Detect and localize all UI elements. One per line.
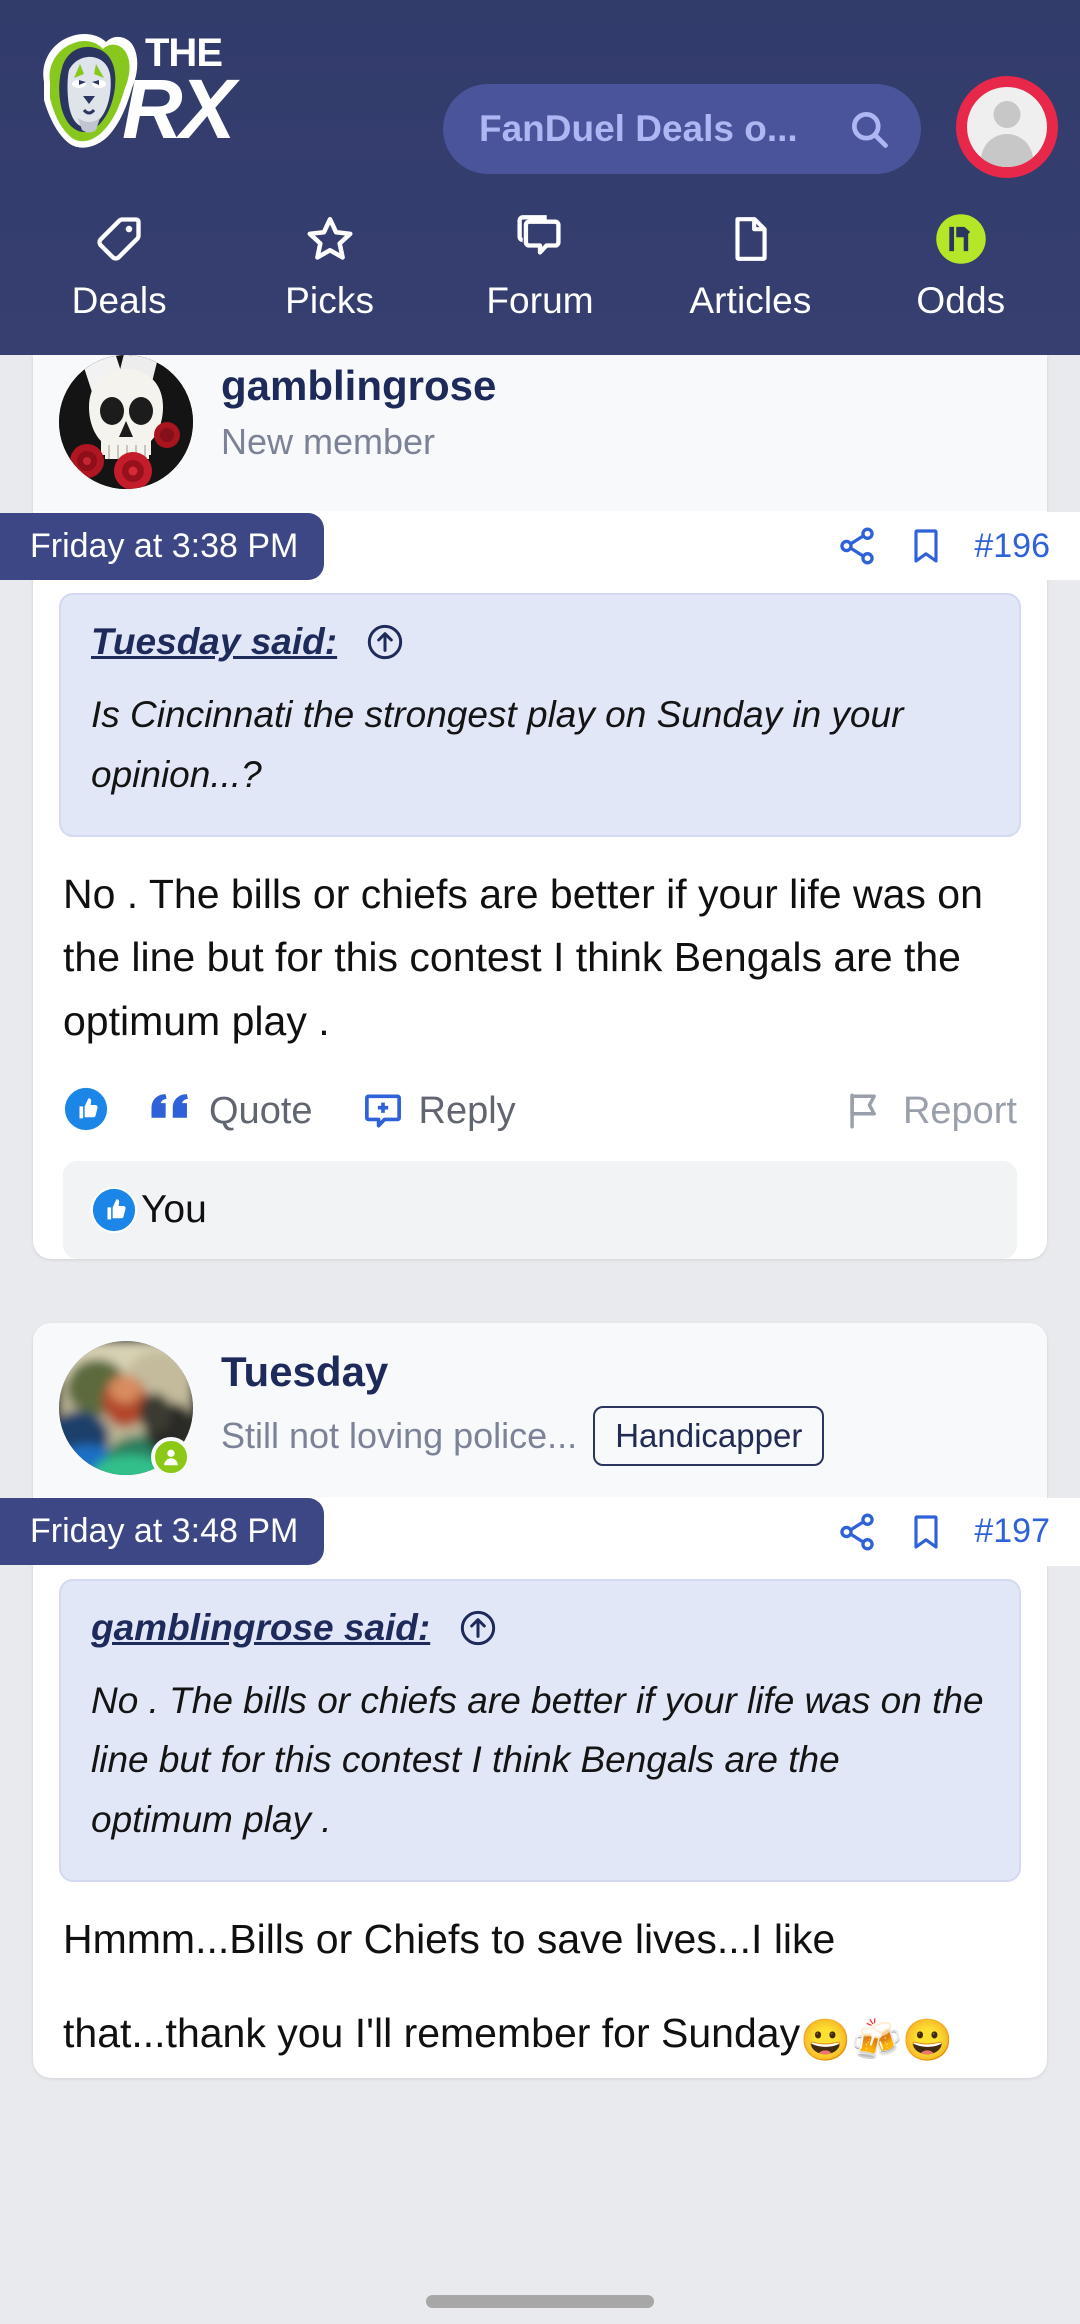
nav-label-odds: Odds [916,280,1006,321]
nav-item-odds[interactable]: Odds [856,200,1066,322]
quote-button[interactable]: Quote [149,1090,313,1133]
post-author-name[interactable]: Tuesday [221,1347,1021,1397]
post-body-paragraph: No . The bills or chiefs are better if y… [63,870,983,1044]
quote-header: Tuesday said: [91,621,989,663]
quote-author[interactable]: gamblingrose said: [91,1607,430,1649]
star-icon [303,210,357,268]
post-body: No . The bills or chiefs are better if y… [33,837,1047,1060]
nav-label-picks: Picks [285,280,375,321]
nav-item-articles[interactable]: Articles [645,200,855,322]
nav-item-deals[interactable]: Deals [14,200,224,322]
user-avatar-icon [967,87,1047,167]
post-spacer [0,1285,1080,1323]
post-197: Tuesday Still not loving police... Handi… [0,1322,1080,2079]
post-author-meta: gamblingrose New member [221,355,1021,463]
post-author-subline: New member [221,421,1021,463]
reaction-users[interactable]: You [141,1188,207,1232]
nav-label-deals: Deals [71,280,167,321]
skull-roses-avatar[interactable] [59,355,193,489]
nav-item-forum[interactable]: Forum [435,200,645,322]
header-top-row: THE RX FanDuel Deals o... [0,0,1080,205]
search-icon[interactable] [847,107,891,151]
post-timestamp-row: Friday at 3:38 PM #196 [0,511,1080,581]
jump-to-post-icon[interactable] [365,622,405,662]
nav-label-forum: Forum [486,280,594,321]
post-number[interactable]: #196 [974,527,1050,566]
user-badge[interactable]: Handicapper [593,1406,825,1467]
home-indicator[interactable] [426,2295,654,2308]
reply-button-label: Reply [418,1089,516,1132]
svg-text:RX: RX [122,62,241,156]
flag-icon [843,1088,885,1134]
thumbs-up-reaction-icon [91,1186,137,1233]
post-author-name[interactable]: gamblingrose [221,361,1021,411]
reply-plus-icon [361,1089,405,1133]
post-header: gamblingrose New member [33,355,1047,511]
post-author-meta: Tuesday Still not loving police... Handi… [221,1341,1021,1467]
app-header: THE RX FanDuel Deals o... Deals Picks Fo… [0,0,1080,355]
post-timestamp[interactable]: Friday at 3:38 PM [0,512,325,580]
quote-author[interactable]: Tuesday said: [91,621,337,663]
search-input[interactable]: FanDuel Deals o... [443,84,921,174]
online-status-icon [151,1436,191,1477]
thumbs-up-icon[interactable] [63,1086,109,1137]
post-header: Tuesday Still not loving police... Handi… [33,1322,1047,1497]
reactions-bar[interactable]: You [63,1160,1017,1259]
quote-marks-icon [149,1091,195,1131]
post-number[interactable]: #197 [974,1512,1050,1551]
jump-to-post-icon[interactable] [458,1608,498,1648]
nav-label-articles: Articles [689,280,812,321]
post-author-title: Still not loving police... [221,1415,578,1457]
post-body-line-2: that...thank you I'll remember for Sunda… [63,2002,1017,2073]
share-icon[interactable] [836,1511,878,1553]
post-196: gamblingrose New member Friday at 3:38 P… [0,355,1080,1259]
search-input-value: FanDuel Deals o... [479,108,798,149]
post-meta-actions: #197 [806,1497,1080,1566]
document-icon [725,210,775,268]
account-avatar-button[interactable] [956,76,1058,178]
thread-content[interactable]: gamblingrose New member Friday at 3:38 P… [0,355,1080,2324]
post-timestamp-row: Friday at 3:48 PM #197 [0,1497,1080,1567]
nav-item-picks[interactable]: Picks [224,200,434,322]
post-body: Hmmm...Bills or Chiefs to save lives...I… [33,1882,1047,2078]
post-meta-actions: #196 [806,512,1080,580]
smiley-beers-emoji: 😀🍻😀 [800,2016,954,2063]
bookmark-icon[interactable] [906,1510,946,1554]
avatar-wrap[interactable] [59,1340,193,1477]
post-actions: Quote Reply Report [33,1060,1047,1161]
report-button-label: Report [902,1089,1017,1132]
quote-text: Is Cincinnati the strongest play on Sund… [91,694,904,795]
app-screen: THE RX FanDuel Deals o... Deals Picks Fo… [0,0,1080,2324]
post-body-line-1: Hmmm...Bills or Chiefs to save lives...I… [63,1916,836,1963]
quote-block: gamblingrose said: No . The bills or chi… [59,1578,1021,1883]
reply-button[interactable]: Reply [361,1089,516,1133]
bookmark-icon[interactable] [906,524,946,568]
quote-block: Tuesday said: Is Cincinnati the stronges… [59,593,1021,837]
quote-text: No . The bills or chiefs are better if y… [91,1679,984,1841]
quote-button-label: Quote [209,1089,313,1132]
quote-header: gamblingrose said: [91,1607,989,1649]
site-logo[interactable]: THE RX [26,22,301,162]
avatar-wrap[interactable] [59,355,193,489]
post-author-title: New member [221,420,436,462]
main-nav: Deals Picks Forum Articles Odds [0,200,1080,355]
chat-bubbles-icon [514,210,566,268]
post-timestamp[interactable]: Friday at 3:48 PM [0,1498,325,1566]
post-author-subline: Still not loving police... Handicapper [221,1406,1021,1467]
odds-badge-icon [934,210,988,268]
report-button[interactable]: Report [843,1088,1017,1134]
share-icon[interactable] [836,525,878,567]
post-body-line-2-text: that...thank you I'll remember for Sunda… [63,2009,801,2056]
tag-icon [93,210,145,268]
